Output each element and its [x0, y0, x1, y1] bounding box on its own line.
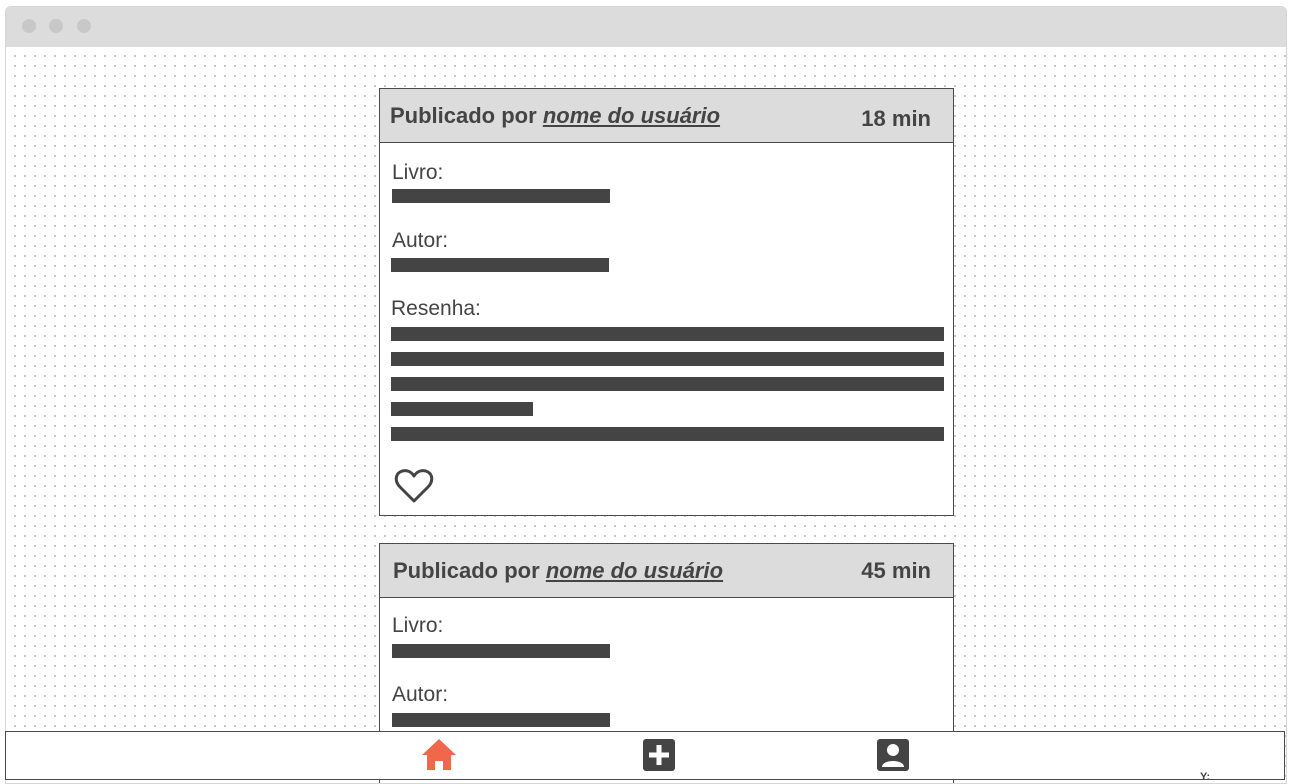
review-line-placeholder — [391, 327, 944, 341]
home-icon[interactable] — [420, 736, 458, 774]
posted-by-label: Publicado por — [393, 558, 540, 583]
post-author-line: Publicado por nome do usuário — [393, 558, 723, 584]
book-title-placeholder — [392, 189, 610, 203]
post-card: Publicado por nome do usuário 18 min Liv… — [379, 88, 954, 516]
feed-canvas[interactable]: Publicado por nome do usuário 18 min Liv… — [6, 47, 1286, 783]
book-title-placeholder — [392, 644, 610, 658]
book-label: Livro: — [392, 161, 444, 184]
post-header: Publicado por nome do usuário 18 min — [380, 89, 953, 143]
bottom-navigation — [5, 731, 1285, 780]
post-header: Publicado por nome do usuário 45 min — [380, 544, 953, 598]
corner-coordinate-label: Y: — [1200, 771, 1211, 783]
heart-outline-icon[interactable] — [394, 467, 434, 505]
window-close-dot[interactable] — [22, 19, 36, 33]
book-label: Livro: — [392, 614, 444, 637]
author-name-placeholder — [392, 713, 610, 727]
window-titlebar — [6, 7, 1286, 47]
author-label: Autor: — [392, 229, 449, 252]
review-label: Resenha: — [391, 297, 481, 320]
review-line-placeholder — [391, 352, 944, 366]
review-line-placeholder — [391, 402, 533, 416]
window-maximize-dot[interactable] — [77, 19, 91, 33]
review-line-placeholder — [391, 377, 944, 391]
author-label: Autor: — [392, 683, 449, 706]
post-time: 18 min — [861, 106, 931, 131]
profile-icon[interactable] — [874, 736, 912, 774]
username-link[interactable]: nome do usuário — [546, 558, 723, 583]
window-minimize-dot[interactable] — [49, 19, 63, 33]
author-name-placeholder — [391, 258, 609, 272]
add-square-icon[interactable] — [640, 736, 678, 774]
app-window: Publicado por nome do usuário 18 min Liv… — [5, 6, 1287, 784]
review-line-placeholder — [391, 427, 944, 441]
username-link[interactable]: nome do usuário — [543, 103, 720, 128]
post-time: 45 min — [861, 558, 931, 583]
posted-by-label: Publicado por — [390, 103, 537, 128]
post-author-line: Publicado por nome do usuário — [390, 103, 720, 129]
